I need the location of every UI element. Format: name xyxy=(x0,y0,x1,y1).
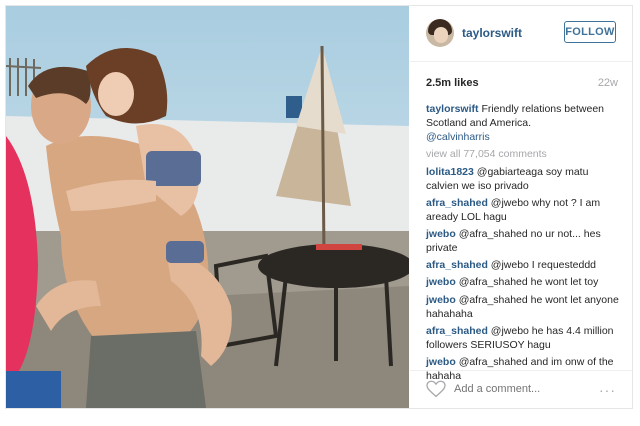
comment-username[interactable]: jwebo xyxy=(426,228,456,240)
post-age[interactable]: 22w xyxy=(598,77,618,89)
comment-text: @afra_shahed he wont let toy xyxy=(458,276,599,289)
post-footer: ··· xyxy=(410,370,632,409)
comment-item: afra_shahed @jwebo he has 4.4 million fo… xyxy=(426,324,622,352)
comment-item: afra_shahed @jwebo I requesteddd xyxy=(426,258,622,272)
view-all-comments-link[interactable]: view all 77,054 comments xyxy=(426,147,622,161)
comment-username[interactable]: jwebo xyxy=(426,276,456,288)
comment-username[interactable]: afra_shahed xyxy=(426,197,488,209)
instagram-post-card: taylorswift FOLLOW 2.5m likes 22w taylor… xyxy=(5,5,633,409)
comment-item: afra_shahed @jwebo why not ? I am aready… xyxy=(426,196,622,224)
caption: taylorswift Friendly relations between S… xyxy=(426,102,622,144)
follow-button[interactable]: FOLLOW xyxy=(564,21,616,43)
comment-item: jwebo @afra_shahed he wont let anyone ha… xyxy=(426,293,622,321)
caption-username[interactable]: taylorswift xyxy=(426,103,479,115)
comment-text: @jwebo I requesteddd xyxy=(490,259,597,272)
comment-username[interactable]: afra_shahed xyxy=(426,259,488,271)
post-photo-image xyxy=(6,6,409,408)
avatar[interactable] xyxy=(426,19,454,47)
username-link[interactable]: taylorswift xyxy=(462,26,522,40)
avatar-face xyxy=(434,27,448,43)
post-header: taylorswift FOLLOW xyxy=(410,6,632,62)
comment-username[interactable]: lolita1823 xyxy=(426,166,474,178)
post-sidebar: taylorswift FOLLOW 2.5m likes 22w taylor… xyxy=(410,6,632,408)
post-photo[interactable] xyxy=(6,6,409,408)
comment-item: lolita1823 @gabiarteaga soy matu calvien… xyxy=(426,165,622,193)
comment-item: jwebo @afra_shahed he wont let toy xyxy=(426,275,622,289)
comments-list: taylorswift Friendly relations between S… xyxy=(426,102,622,386)
add-comment-input[interactable] xyxy=(454,383,574,395)
comment-username[interactable]: afra_shahed xyxy=(426,325,488,337)
heart-outline-icon[interactable] xyxy=(426,380,446,398)
likes-count[interactable]: 2.5m likes xyxy=(426,77,479,89)
comment-item: jwebo @afra_shahed no ur not... hes priv… xyxy=(426,227,622,255)
comment-username[interactable]: jwebo xyxy=(426,294,456,306)
caption-mention[interactable]: @calvinharris xyxy=(426,130,622,144)
comment-username[interactable]: jwebo xyxy=(426,356,456,368)
ellipsis-icon[interactable]: ··· xyxy=(599,382,616,398)
